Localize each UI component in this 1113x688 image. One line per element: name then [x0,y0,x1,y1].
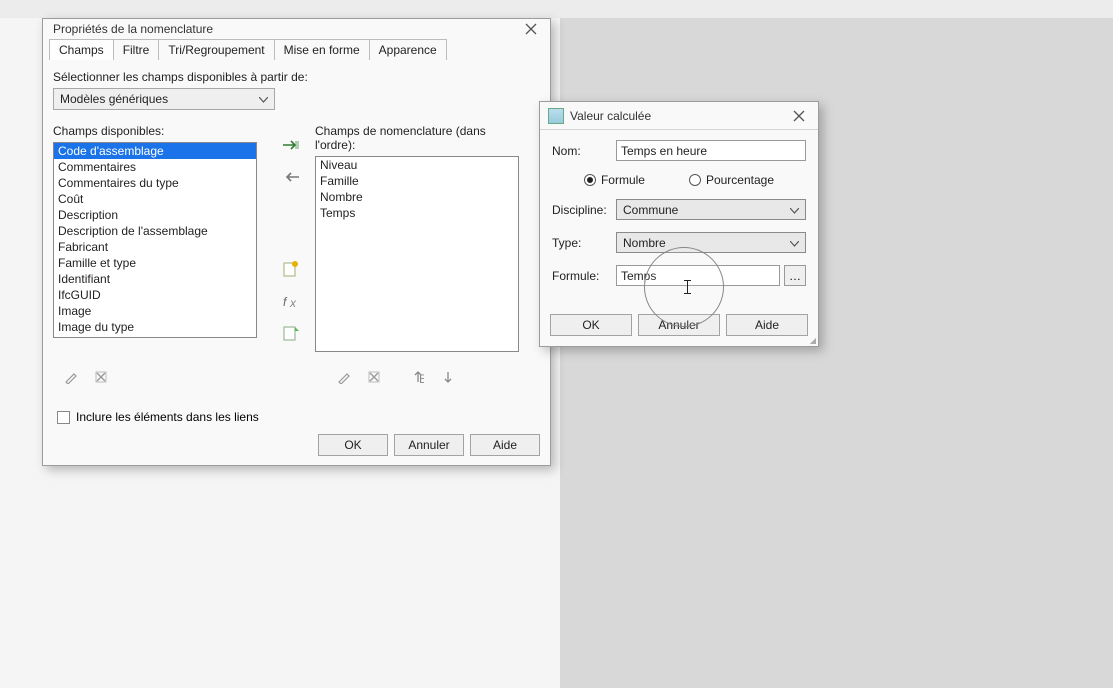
close-icon[interactable] [518,19,544,39]
chevron-down-icon [790,236,799,250]
calculated-value-dialog: Valeur calculée Nom: Temps en heure Form… [539,101,819,347]
available-fields-label: Champs disponibles: [53,124,267,138]
list-item[interactable]: Image [54,303,256,319]
svg-text:f: f [283,295,288,309]
calc-dialog-titlebar[interactable]: Valeur calculée [540,102,818,130]
formula-label: Formule: [552,269,616,283]
radio-icon [689,174,701,186]
edit-icon[interactable] [59,366,83,388]
name-label: Nom: [552,144,616,158]
list-item[interactable]: Commentaires du type [54,175,256,191]
calc-dialog-title: Valeur calculée [570,109,786,123]
new-parameter-icon[interactable] [279,258,303,280]
list-item[interactable]: Temps [316,205,518,221]
tab-format[interactable]: Mise en forme [274,39,370,60]
resize-grip-icon[interactable]: ◢ [810,338,816,344]
type-label: Type: [552,236,616,250]
formula-browse-button[interactable]: … [784,265,806,286]
tab-appear[interactable]: Apparence [369,39,447,60]
move-up-icon[interactable]: E [406,366,430,388]
schedule-fields-listbox[interactable]: NiveauFamilleNombreTemps [315,156,519,352]
dialog-titlebar[interactable]: Propriétés de la nomenclature [43,19,550,39]
select-from-label: Sélectionner les champs disponibles à pa… [53,70,540,84]
checkbox-icon[interactable] [57,411,70,424]
calc-ok-button[interactable]: OK [550,314,632,336]
list-item[interactable]: Niveau [316,157,518,173]
delete-field-icon[interactable] [362,366,386,388]
list-item[interactable]: IfcGUID [54,287,256,303]
list-item[interactable]: Commentaires [54,159,256,175]
dialog-title: Propriétés de la nomenclature [53,22,518,36]
list-item[interactable]: Nombre [316,189,518,205]
tab-sort[interactable]: Tri/Regroupement [158,39,274,60]
remove-field-icon[interactable] [279,166,303,188]
list-item[interactable]: Fabricant [54,239,256,255]
schedule-fields-label: Champs de nomenclature (dans l'ordre): [315,124,529,152]
calc-cancel-button[interactable]: Annuler [638,314,720,336]
list-item[interactable]: Identifiant [54,271,256,287]
svg-text:E: E [419,372,424,384]
tab-strip: Champs Filtre Tri/Regroupement Mise en f… [43,39,550,60]
tab-fields[interactable]: Champs [49,39,114,60]
list-item[interactable]: Marque de type [54,335,256,338]
calculated-value-icon[interactable]: fx [279,290,303,312]
formula-radio[interactable]: Formule [584,173,645,187]
list-item[interactable]: Description [54,207,256,223]
add-field-icon[interactable] [279,134,303,156]
type-combo[interactable]: Nombre [616,232,806,253]
app-icon [548,108,564,124]
radio-icon [584,174,596,186]
edit-field-icon[interactable] [332,366,356,388]
name-input[interactable]: Temps en heure [616,140,806,161]
percentage-radio[interactable]: Pourcentage [689,173,774,187]
discipline-combo[interactable]: Commune [616,199,806,220]
list-item[interactable]: Code d'assemblage [54,143,256,159]
calc-help-button[interactable]: Aide [726,314,808,336]
formula-input[interactable]: Temps [616,265,780,286]
list-item[interactable]: Image du type [54,319,256,335]
chevron-down-icon [790,203,799,217]
ok-button[interactable]: OK [318,434,388,456]
app-toolbar-strip [0,0,1113,18]
chevron-down-icon [259,92,268,106]
list-item[interactable]: Coût [54,191,256,207]
list-item[interactable]: Famille [316,173,518,189]
list-item[interactable]: Famille et type [54,255,256,271]
category-combo[interactable]: Modèles génériques [53,88,275,110]
tab-filter[interactable]: Filtre [113,39,160,60]
move-down-icon[interactable] [436,366,460,388]
include-links-label: Inclure les éléments dans les liens [76,410,259,424]
discipline-label: Discipline: [552,203,616,217]
help-button[interactable]: Aide [470,434,540,456]
svg-text:x: x [289,296,297,309]
delete-icon[interactable] [89,366,113,388]
schedule-properties-dialog: Propriétés de la nomenclature Champs Fil… [42,18,551,466]
combine-parameters-icon[interactable] [279,322,303,344]
available-fields-listbox[interactable]: Code d'assemblageCommentairesCommentaire… [53,142,257,338]
cancel-button[interactable]: Annuler [394,434,464,456]
category-combo-value: Modèles génériques [60,92,168,106]
include-links-checkbox[interactable]: Inclure les éléments dans les liens [53,410,540,424]
close-icon[interactable] [786,106,812,126]
ellipsis-icon: … [789,269,801,283]
list-item[interactable]: Description de l'assemblage [54,223,256,239]
